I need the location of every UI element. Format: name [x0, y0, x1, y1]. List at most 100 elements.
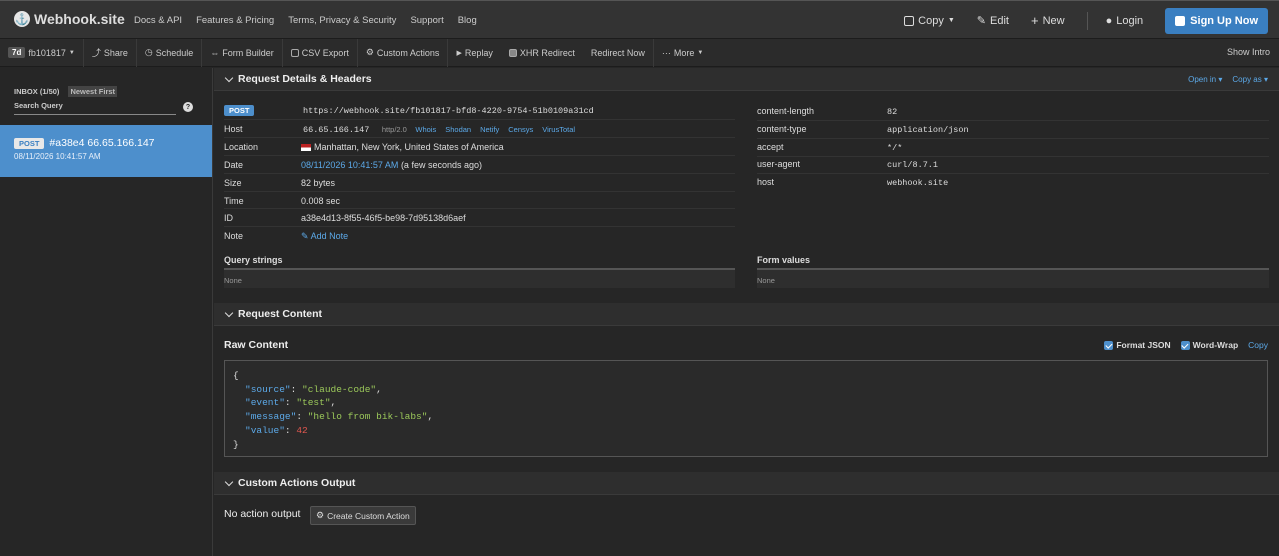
json-line: "message": "hello from bik-labs",	[233, 410, 1259, 424]
request-summary-line: POST #a38e4 66.65.166.147	[14, 137, 198, 149]
query-strings-box: None	[224, 268, 735, 288]
clock-icon: ◷	[144, 47, 153, 57]
edit-button[interactable]: ✎ Edit	[977, 14, 1009, 28]
censys-link[interactable]: Censys	[508, 125, 533, 134]
json-key: "event"	[245, 397, 285, 409]
query-strings-title: Query strings	[224, 255, 283, 265]
copy-label: Copy	[918, 14, 944, 27]
more-menu[interactable]: ··· More ▼	[654, 39, 711, 67]
request-summary: #a38e4 66.65.166.147	[49, 137, 155, 149]
plus-icon: +	[1030, 13, 1039, 28]
xhr-redirect-toggle[interactable]: XHR Redirect	[501, 39, 583, 67]
csv-export-button[interactable]: CSV Export	[283, 38, 358, 67]
new-button[interactable]: + New	[1031, 13, 1065, 28]
virustotal-link[interactable]: VirusTotal	[542, 125, 575, 134]
method-badge: POST	[224, 105, 255, 116]
replay-button[interactable]: ▶ Replay	[448, 39, 500, 67]
host-label: Host	[224, 124, 243, 134]
copy-as-menu[interactable]: Copy as ▾	[1232, 75, 1268, 84]
new-label: New	[1042, 14, 1065, 27]
url-row: POST	[224, 105, 255, 116]
nav-link-support[interactable]: Support	[410, 15, 443, 26]
toolbar: 7d fb101817 ▼ ⤴ Share ◷ Schedule ⇔ Form Bui…	[0, 38, 1279, 67]
nav-link-blog[interactable]: Blog	[458, 15, 477, 26]
request-list-item[interactable]: POST #a38e4 66.65.166.147 08/11/2026 10:…	[0, 125, 212, 177]
whois-link[interactable]: Whois	[415, 125, 436, 134]
row-divider	[224, 191, 735, 192]
host-ip: 66.65.166.147	[303, 125, 370, 135]
section-title: Request Content	[238, 308, 322, 320]
expiry-badge: 7d	[8, 47, 26, 58]
create-custom-action-button[interactable]: ⚙ Create Custom Action	[310, 506, 416, 525]
custom-actions-header[interactable]: Custom Actions Output	[214, 472, 1279, 495]
time-value: 0.008 sec	[301, 196, 341, 206]
add-note-link[interactable]: ✎ Add Note	[301, 231, 348, 242]
brand-logo-link[interactable]: ⚓ Webhook.site	[14, 11, 125, 27]
raw-content-title: Raw Content	[224, 339, 289, 351]
nav-link-features[interactable]: Features & Pricing	[196, 15, 274, 26]
form-builder-button[interactable]: ⇔ Form Builder	[202, 38, 283, 67]
row-divider	[224, 119, 735, 120]
checkbox-icon	[508, 48, 517, 57]
sort-order-button[interactable]: Newest First	[68, 86, 118, 97]
inbox-count: INBOX (1/50)	[14, 87, 60, 96]
section-title: Custom Actions Output	[238, 477, 356, 489]
search-query-input[interactable]: Search Query	[14, 101, 176, 115]
form-builder-label: Form Builder	[222, 47, 274, 58]
show-intro-link[interactable]: Show Intro	[1227, 47, 1270, 57]
word-wrap-toggle[interactable]: Word-Wrap	[1180, 340, 1238, 351]
clipboard-icon	[904, 15, 915, 26]
open-in-menu[interactable]: Open in ▾	[1188, 75, 1222, 84]
replay-label: Replay	[464, 47, 493, 58]
format-json-toggle[interactable]: Format JSON	[1104, 340, 1171, 351]
gear-icon: ⚙	[365, 47, 374, 57]
play-icon: ▶	[456, 49, 462, 57]
section-title: Request Details & Headers	[238, 73, 372, 85]
row-divider	[224, 226, 735, 227]
date-value[interactable]: 08/11/2026 10:41:57 AM	[301, 160, 398, 170]
request-date: 08/11/2026 10:41:57 AM	[14, 152, 101, 161]
time-label: Time	[224, 196, 244, 206]
raw-content-code[interactable]: { "source": "claude-code", "event": "test…	[224, 360, 1268, 457]
row-divider	[224, 173, 735, 174]
request-details-header[interactable]: Request Details & Headers Open in ▾ Copy…	[214, 68, 1279, 91]
form-values-title: Form values	[757, 255, 811, 265]
signup-icon	[1175, 15, 1186, 26]
netify-link[interactable]: Netify	[480, 125, 499, 134]
request-url[interactable]: https://webhook.site/fb101817-bfd8-4220-…	[303, 106, 594, 116]
request-content-header[interactable]: Request Content	[214, 303, 1279, 326]
share-button[interactable]: ⤴ Share	[84, 38, 137, 67]
copy-content-link[interactable]: Copy	[1248, 340, 1268, 350]
signup-label: Sign Up Now	[1190, 14, 1258, 27]
schedule-label: Schedule	[155, 47, 194, 58]
row-divider	[224, 137, 735, 138]
login-button[interactable]: ● Login	[1106, 15, 1144, 27]
sign-up-button[interactable]: Sign Up Now	[1165, 7, 1268, 34]
copy-menu[interactable]: Copy ▼	[904, 15, 955, 27]
date-row: 08/11/2026 10:41:57 AM (a few seconds ag…	[301, 160, 482, 170]
help-icon[interactable]: ?	[183, 102, 193, 112]
http-version: http/2.0	[381, 125, 407, 134]
inbox-header: INBOX (1/50) Newest First	[14, 86, 118, 97]
row-divider	[757, 137, 1269, 139]
nav-link-terms[interactable]: Terms, Privacy & Security	[288, 15, 396, 26]
json-close-brace: }	[233, 438, 239, 450]
shodan-link[interactable]: Shodan	[445, 125, 471, 134]
json-value: "test"	[296, 397, 331, 409]
header-name: host	[757, 177, 775, 188]
json-value: "hello from bik-labs"	[307, 411, 428, 423]
json-comma: ,	[427, 411, 434, 423]
date-label: Date	[224, 160, 244, 170]
location-row: Manhattan, New York, United States of Am…	[301, 142, 504, 152]
schedule-button[interactable]: ◷ Schedule	[137, 38, 203, 67]
checkbox-checked-icon	[1180, 341, 1190, 351]
custom-actions-button[interactable]: ⚙ Custom Actions	[358, 38, 449, 67]
redirect-now-button[interactable]: Redirect Now	[583, 38, 654, 67]
json-colon: :	[284, 424, 297, 436]
header-value: */*	[887, 142, 903, 153]
json-line: "event": "test",	[233, 396, 1259, 410]
token-selector[interactable]: 7d fb101817 ▼	[0, 38, 84, 67]
create-custom-action-label: Create Custom Action	[327, 510, 410, 521]
header-name: content-type	[757, 123, 807, 134]
nav-link-docs[interactable]: Docs & API	[134, 15, 182, 26]
